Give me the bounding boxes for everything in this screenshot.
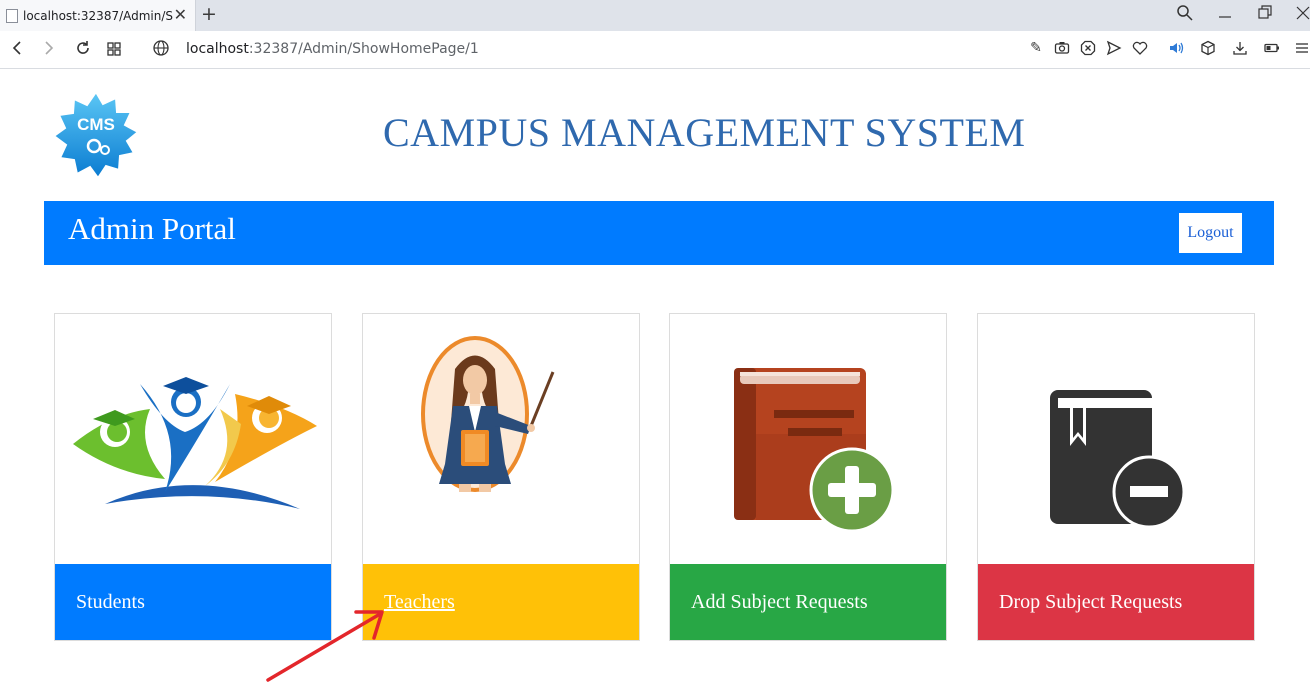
cube-icon[interactable] [1199, 40, 1217, 60]
cms-logo: CMS [50, 90, 142, 182]
book-remove-icon [978, 314, 1254, 564]
camera-icon[interactable] [1053, 40, 1071, 60]
edit-icon[interactable]: ✎ [1027, 40, 1045, 56]
close-window-icon[interactable] [1296, 4, 1310, 26]
portal-navbar: Admin Portal Logout [44, 201, 1274, 265]
page-favicon-icon [6, 8, 18, 23]
back-icon[interactable] [10, 39, 24, 62]
students-logo-icon [55, 314, 331, 564]
minimize-icon[interactable] [1218, 4, 1232, 26]
drop-subject-requests-link[interactable]: Drop Subject Requests [999, 591, 1182, 614]
speaker-icon[interactable] [1168, 40, 1186, 60]
browser-tab-bar: localhost:32387/Admin/Sh ✕ + [0, 0, 1310, 31]
globe-icon [152, 39, 170, 62]
card-drop-subject-requests: Drop Subject Requests [977, 313, 1255, 641]
logout-button[interactable]: Logout [1179, 213, 1242, 253]
page-title: CAMPUS MANAGEMENT SYSTEM [383, 110, 1026, 155]
tab-close-icon[interactable]: ✕ [174, 5, 187, 24]
url-host: localhost [186, 41, 249, 57]
download-icon[interactable] [1231, 40, 1249, 60]
teacher-illustration-icon [363, 314, 639, 564]
students-link[interactable]: Students [76, 591, 145, 614]
heart-icon[interactable] [1131, 40, 1149, 60]
browser-tab[interactable]: localhost:32387/Admin/Sh ✕ [0, 0, 196, 31]
restore-icon[interactable] [1258, 4, 1272, 26]
menu-icon[interactable] [1293, 40, 1310, 60]
annotation-arrow-icon [266, 610, 384, 682]
battery-icon[interactable] [1263, 40, 1281, 60]
url-path: :32387/Admin/ShowHomePage/1 [248, 41, 479, 57]
logo-text: CMS [77, 115, 115, 134]
tab-grid-icon[interactable] [106, 39, 122, 62]
forward-icon[interactable] [42, 39, 56, 62]
teachers-footer[interactable]: Teachers [363, 564, 639, 640]
book-add-icon [670, 314, 946, 564]
reload-icon[interactable] [74, 39, 92, 62]
card-teachers: Teachers [362, 313, 640, 641]
card-students: Students [54, 313, 332, 641]
new-tab-button[interactable]: + [201, 3, 217, 25]
send-icon[interactable] [1105, 40, 1123, 60]
add-subject-footer[interactable]: Add Subject Requests [670, 564, 946, 640]
url-field[interactable]: localhost:32387/Admin/ShowHomePage/1 [186, 41, 479, 57]
search-icon[interactable] [1176, 4, 1194, 26]
address-bar: localhost:32387/Admin/ShowHomePage/1 ✎ [0, 31, 1310, 69]
tab-title: localhost:32387/Admin/Sh [23, 8, 173, 23]
add-subject-requests-link[interactable]: Add Subject Requests [691, 591, 868, 614]
card-add-subject-requests: Add Subject Requests [669, 313, 947, 641]
portal-title: Admin Portal [68, 211, 236, 246]
drop-subject-footer[interactable]: Drop Subject Requests [978, 564, 1254, 640]
block-icon[interactable] [1079, 40, 1097, 60]
